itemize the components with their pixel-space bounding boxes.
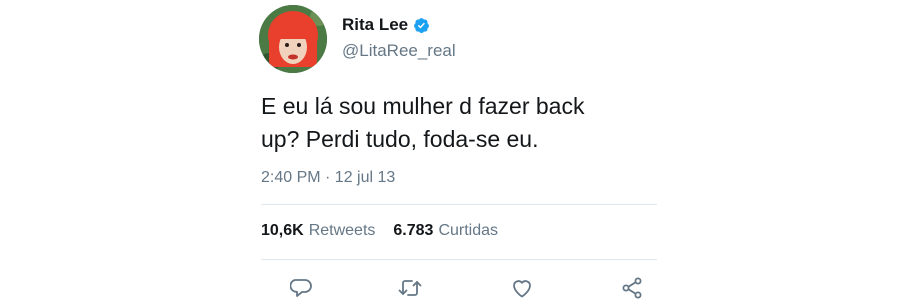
speech-bubble-icon xyxy=(290,279,312,297)
verified-badge-icon xyxy=(413,17,430,34)
share-icon xyxy=(622,277,642,299)
retweets-count: 10,6K xyxy=(261,222,304,239)
avatar-image xyxy=(259,5,327,73)
tweet-actions xyxy=(0,276,917,300)
tweet-stats: 10,6K Retweets 6.783 Curtidas xyxy=(261,222,498,240)
divider xyxy=(261,259,657,260)
user-handle[interactable]: @LitaRee_real xyxy=(342,41,456,61)
likes-count: 6.783 xyxy=(393,222,434,239)
share-button[interactable] xyxy=(619,276,645,300)
like-button[interactable] xyxy=(509,276,535,300)
heart-icon xyxy=(513,280,531,298)
name-row: Rita Lee xyxy=(342,13,430,37)
retweet-button[interactable] xyxy=(397,276,423,300)
avatar[interactable] xyxy=(259,5,327,73)
likes-label: Curtidas xyxy=(438,222,499,239)
tweet-text: E eu lá sou mulher d fazer back up? Perd… xyxy=(261,93,585,152)
tweet-timestamp[interactable]: 2:40 PM · 12 jul 13 xyxy=(261,169,395,187)
tweet-card: Rita Lee @LitaRee_real E eu lá sou mulhe… xyxy=(0,0,917,305)
reply-button[interactable] xyxy=(289,276,315,300)
retweets-stat[interactable]: 10,6K Retweets xyxy=(261,222,375,240)
likes-stat[interactable]: 6.783 Curtidas xyxy=(393,222,498,240)
retweets-label: Retweets xyxy=(308,222,376,239)
display-name[interactable]: Rita Lee xyxy=(342,15,408,35)
retweet-icon xyxy=(398,280,422,296)
divider xyxy=(261,204,657,205)
